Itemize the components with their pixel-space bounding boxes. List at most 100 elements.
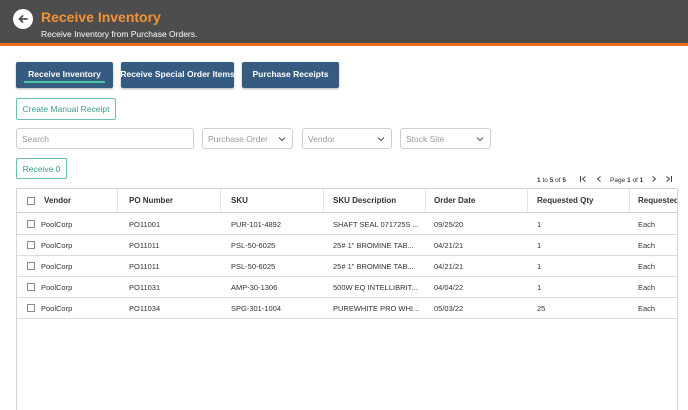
chevron-right-icon <box>652 176 657 182</box>
last-page-icon <box>666 176 672 182</box>
create-manual-receipt-label: Create Manual Receipt <box>22 104 110 114</box>
column-divider <box>323 189 324 213</box>
cell-sku: PUR-101-4892 <box>231 219 282 229</box>
receive-inventory-label: Receive Inventory <box>28 69 101 79</box>
cell-requested-qty: 1 <box>537 219 542 229</box>
column-divider <box>425 189 426 213</box>
chevron-down-icon <box>278 137 286 142</box>
active-indicator <box>24 81 105 83</box>
page-current: 1 <box>627 176 631 184</box>
page-subtitle: Receive Inventory from Purchase Orders. <box>41 29 198 39</box>
column-divider <box>220 189 221 213</box>
last-page-button[interactable] <box>663 172 675 186</box>
cell-order-date: 04/21/21 <box>434 240 464 250</box>
purchase-order-select[interactable]: Purchase Order <box>202 128 293 149</box>
cell-sku: PSL-50-6025 <box>231 240 276 250</box>
cell-vendor: PoolCorp <box>41 303 73 313</box>
arrow-left-icon <box>18 15 28 23</box>
page-total: 1 <box>639 176 644 184</box>
cell-sku-description: PUREWHITE PRO WHI... <box>333 303 420 313</box>
column-header-requested[interactable]: Requested <box>638 189 677 212</box>
column-header-requested-qty[interactable]: Requested Qty <box>537 189 627 212</box>
cell-order-date: 09/25/20 <box>434 219 464 229</box>
cell-requested-qty: 1 <box>537 240 542 250</box>
page-indicator: Page 1 of 1 <box>610 174 643 186</box>
first-page-icon <box>580 176 586 182</box>
cell-sku-description: 25# 1" BROMINE TAB... <box>333 261 414 271</box>
search-input[interactable] <box>16 128 194 149</box>
column-header-sku[interactable]: SKU <box>231 189 321 212</box>
cell-vendor: PoolCorp <box>41 282 73 292</box>
select-all-checkbox[interactable] <box>27 196 35 205</box>
column-divider <box>527 189 528 213</box>
stock-site-select[interactable]: Stock Site <box>400 128 491 149</box>
row-checkbox[interactable] <box>27 304 35 312</box>
vendor-select[interactable]: Vendor <box>302 128 392 149</box>
cell-requested-uom: Each <box>638 303 656 313</box>
cell-requested-uom: Each <box>638 219 656 229</box>
table-row[interactable]: PoolCorp PO11011 PSL-50-6025 25# 1" BROM… <box>17 256 677 277</box>
column-header-order-date[interactable]: Order Date <box>434 189 524 212</box>
cell-vendor: PoolCorp <box>41 261 73 271</box>
purchase-order-select-value: Purchase Order <box>208 133 268 144</box>
cell-requested-qty: 25 <box>537 303 546 313</box>
receive-inventory-table: Vendor PO Number SKU SKU Description Ord… <box>16 188 678 410</box>
purchase-receipts-label: Purchase Receipts <box>252 69 329 79</box>
cell-requested-qty: 1 <box>537 261 542 271</box>
range-start: 1 <box>537 176 541 184</box>
range-end: 5 <box>549 176 554 184</box>
row-checkbox[interactable] <box>27 262 35 270</box>
table-row[interactable]: PoolCorp PO11034 SPG-301-1004 PUREWHITE … <box>17 298 677 319</box>
row-checkbox[interactable] <box>27 241 35 249</box>
cell-po-number: PO11011 <box>129 261 160 271</box>
receive-special-order-items-button[interactable]: Receive Special Order Items <box>120 62 235 88</box>
create-manual-receipt-button[interactable]: Create Manual Receipt <box>16 98 116 120</box>
cell-po-number: PO11034 <box>129 303 161 313</box>
chevron-down-icon <box>377 137 385 142</box>
cell-sku: PSL-50-6025 <box>231 261 276 271</box>
cell-po-number: PO11031 <box>129 282 161 292</box>
cell-requested-qty: 1 <box>537 282 542 292</box>
previous-page-button[interactable] <box>593 172 605 186</box>
table-row[interactable]: PoolCorp PO11031 AMP-30-1306 500W EQ INT… <box>17 277 677 298</box>
table-header-row: Vendor PO Number SKU SKU Description Ord… <box>17 189 677 213</box>
cell-order-date: 04/04/22 <box>434 282 464 292</box>
receive-special-order-items-label: Receive Special Order Items <box>120 69 235 79</box>
first-page-button[interactable] <box>577 172 589 186</box>
column-header-sku-description[interactable]: SKU Description <box>333 189 425 212</box>
cell-requested-uom: Each <box>638 261 656 271</box>
stock-site-select-value: Stock Site <box>406 133 445 144</box>
cell-sku-description: SHAFT SEAL 071725S ... <box>333 219 419 229</box>
back-button[interactable] <box>13 9 33 29</box>
range-of: of <box>555 176 561 184</box>
cell-requested-uom: Each <box>638 240 656 250</box>
next-page-button[interactable] <box>648 172 660 186</box>
cell-order-date: 05/03/22 <box>434 303 464 313</box>
record-range: 1 to 5 of 5 <box>537 174 566 186</box>
cell-requested-uom: Each <box>638 282 656 292</box>
table-row[interactable]: PoolCorp PO11001 PUR-101-4892 SHAFT SEAL… <box>17 214 677 235</box>
receive-button[interactable]: Receive 0 <box>16 158 67 179</box>
cell-sku-description: 25# 1" BROMINE TAB... <box>333 240 414 250</box>
cell-order-date: 04/21/21 <box>434 261 464 271</box>
column-divider <box>629 189 630 213</box>
column-header-vendor[interactable]: Vendor <box>44 189 124 212</box>
column-header-po-number[interactable]: PO Number <box>129 189 219 212</box>
range-total: 5 <box>562 176 566 184</box>
app-header: Receive Inventory Receive Inventory from… <box>0 0 688 46</box>
page-label: Page <box>610 176 626 184</box>
chevron-left-icon <box>596 176 601 182</box>
range-to: to <box>542 176 548 184</box>
cell-po-number: PO11001 <box>129 219 161 229</box>
receive-inventory-button[interactable]: Receive Inventory <box>16 62 113 88</box>
table-row[interactable]: PoolCorp PO11011 PSL-50-6025 25# 1" BROM… <box>17 235 677 256</box>
row-checkbox[interactable] <box>27 220 35 228</box>
purchase-receipts-button[interactable]: Purchase Receipts <box>242 62 339 88</box>
cell-po-number: PO11011 <box>129 240 160 250</box>
cell-sku-description: 500W EQ INTELLIBRIT... <box>333 282 418 292</box>
row-checkbox[interactable] <box>27 283 35 291</box>
page-title: Receive Inventory <box>41 9 161 25</box>
page-of: of <box>632 176 638 184</box>
cell-sku: AMP-30-1306 <box>231 282 278 292</box>
cell-vendor: PoolCorp <box>41 219 73 229</box>
